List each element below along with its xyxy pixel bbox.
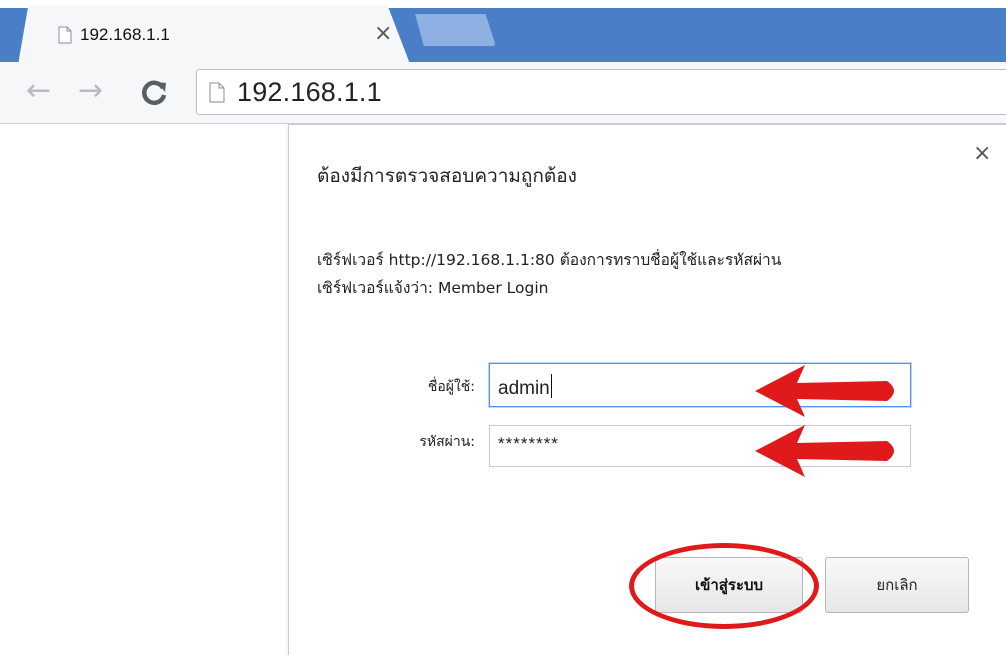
username-label: ชื่อผู้ใช้:	[427, 379, 475, 395]
cancel-button[interactable]: ยกเลิก	[825, 557, 969, 613]
browser-toolbar: ← → 192.168.1.1	[0, 62, 1006, 124]
red-arrow-annotation	[755, 365, 894, 417]
auth-dialog: × ต้องมีการตรวจสอบความถูกต้อง เซิร์ฟเวอร…	[288, 124, 1006, 655]
forward-arrow-icon[interactable]: →	[78, 76, 103, 106]
tab-title: 192.168.1.1	[80, 25, 170, 44]
dialog-message-server: เซิร์ฟเวอร์ http://192.168.1.1:80 ต้องกา…	[317, 251, 782, 269]
close-icon[interactable]: ×	[973, 143, 991, 165]
page-icon	[58, 26, 72, 44]
back-arrow-icon[interactable]: ←	[26, 76, 51, 106]
password-label: รหัสผ่าน:	[419, 434, 475, 450]
address-text[interactable]: 192.168.1.1	[237, 77, 382, 108]
reload-icon[interactable]	[138, 76, 170, 108]
page-icon	[209, 82, 225, 103]
text-caret	[550, 374, 552, 398]
tab-strip: 192.168.1.1 ×	[0, 0, 1006, 64]
close-icon[interactable]: ×	[374, 23, 392, 45]
login-button[interactable]: เข้าสู่ระบบ	[655, 557, 803, 613]
password-value: ********	[498, 434, 559, 453]
dialog-title: ต้องมีการตรวจสอบความถูกต้อง	[317, 165, 577, 187]
red-arrow-annotation	[755, 425, 894, 477]
username-value: admin	[498, 378, 550, 399]
address-bar[interactable]: 192.168.1.1	[196, 69, 1006, 115]
dialog-message-realm: เซิร์ฟเวอร์แจ้งว่า: Member Login	[317, 279, 549, 297]
browser-tab[interactable]: 192.168.1.1 ×	[18, 6, 410, 64]
